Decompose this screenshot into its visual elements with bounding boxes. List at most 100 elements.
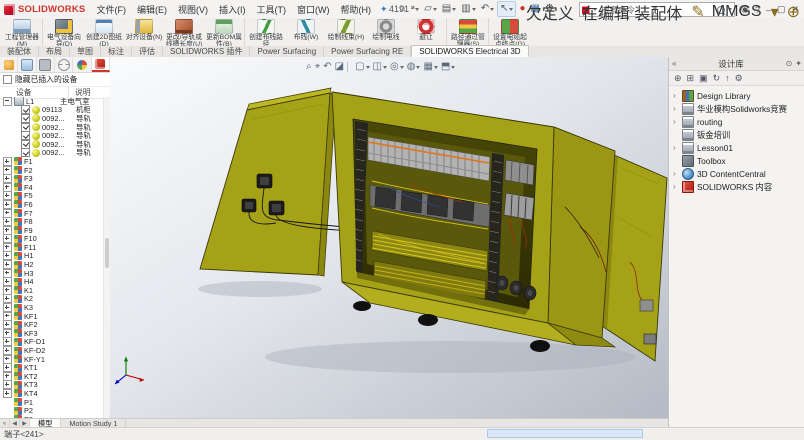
tree-row[interactable]: KT4 [0, 389, 104, 398]
cabinet-foot[interactable] [353, 301, 371, 311]
expand-arrow-icon[interactable]: › [673, 143, 679, 152]
tree-scrollbar[interactable] [103, 97, 110, 418]
menu-item[interactable]: 文件(F) [91, 2, 131, 17]
edit-appearance-icon[interactable]: ◍ [407, 61, 421, 73]
tree-row[interactable]: F2 [0, 166, 104, 175]
expand-arrow-icon[interactable]: › [673, 91, 679, 100]
ribbon-tab[interactable]: 标注 [101, 46, 132, 57]
viewport-canvas[interactable] [110, 57, 668, 418]
door-button[interactable] [269, 201, 284, 215]
library-item[interactable]: › Lesson01 [669, 141, 804, 154]
ribbon-button[interactable]: 路径通过管理器(S) [448, 18, 489, 46]
home-icon[interactable]: ⌂ [398, 2, 408, 16]
menu-item[interactable]: 编辑(E) [132, 2, 172, 17]
menu-item[interactable]: 视图(V) [173, 2, 213, 17]
select-icon[interactable]: ↖ [497, 1, 516, 17]
new-document-icon[interactable]: ▫ [409, 2, 422, 16]
caret-icon[interactable]: ▾ [771, 2, 779, 22]
tree-row[interactable]: KF-D2 [0, 346, 104, 355]
ribbon-button[interactable]: 对齐设备(N) [124, 18, 164, 46]
separator[interactable] [347, 62, 352, 72]
ribbon-button[interactable]: 布线(W) [286, 18, 326, 46]
refresh-icon[interactable]: ↻ [713, 73, 721, 84]
cabinet-foot[interactable] [530, 340, 550, 352]
ribbon-button[interactable]: 更改/导轨或线槽长度(U) [164, 18, 204, 46]
collapse-pane-icon[interactable]: « [672, 59, 676, 68]
ribbon-tab[interactable]: 装配体 [0, 46, 39, 57]
tree-row[interactable]: KT1 [0, 363, 104, 372]
status-input-field[interactable] [487, 429, 643, 438]
ribbon-tab[interactable]: Power Surfacing RE [324, 46, 411, 57]
display-style-icon[interactable]: ◫ [373, 61, 387, 73]
tree-row[interactable]: F1 [0, 157, 104, 166]
toolbox-config-icon[interactable]: ⚙ [735, 73, 743, 84]
expand-icon[interactable] [3, 97, 12, 106]
menu-item[interactable]: 帮助(H) [335, 2, 376, 17]
ribbon-button[interactable]: 工程管理器(M) [2, 18, 43, 46]
cabinet-foot[interactable] [418, 314, 438, 326]
add-file-location-icon[interactable]: ⊞ [687, 73, 695, 84]
ribbon-button[interactable]: 绘制电线 [366, 18, 406, 46]
hide-show-items-icon[interactable]: ◎ [390, 61, 404, 73]
tree-row[interactable]: KF-D1 [0, 338, 104, 347]
ribbon-button[interactable]: 绘制线束(H) [326, 18, 366, 46]
tree-row[interactable]: F4 [0, 183, 104, 192]
save-icon[interactable]: ▤ [440, 2, 458, 16]
library-item[interactable]: › Design Library [669, 89, 804, 102]
tree-row[interactable]: KT2 [0, 372, 104, 381]
library-item[interactable]: › 3D ContentCentral [669, 167, 804, 180]
visibility-checkbox[interactable] [21, 148, 30, 157]
tree-row[interactable]: 0092... 导轨 [0, 149, 104, 158]
view-orientation-icon[interactable]: ▢ [355, 61, 369, 73]
library-item[interactable]: › routing [669, 115, 804, 128]
tree-row[interactable]: H1 [0, 252, 104, 261]
tree-row[interactable]: KF3 [0, 329, 104, 338]
expand-arrow-icon[interactable]: › [673, 104, 679, 113]
expand-arrow-icon[interactable]: › [673, 117, 679, 126]
ribbon-tab[interactable]: Power Surfacing [250, 46, 324, 57]
globe-status-icon[interactable]: ⊕ [787, 2, 800, 22]
tree-row[interactable]: K2 [0, 295, 104, 304]
tree-row[interactable]: F5 [0, 192, 104, 201]
tree-row[interactable]: F3 [0, 174, 104, 183]
menu-item[interactable]: 工具(T) [251, 2, 291, 17]
zoom-fit-icon[interactable]: ⌕ [306, 61, 312, 73]
hide-inserted-devices-checkbox[interactable] [3, 75, 12, 84]
library-item[interactable]: › SOLIDWORKS 内容 [669, 180, 804, 193]
ribbon-button[interactable]: 创建布线路径 [246, 18, 286, 46]
panel-tab[interactable] [73, 57, 91, 72]
previous-view-icon[interactable]: ↶ [323, 61, 331, 73]
tree-row[interactable]: KT3 [0, 381, 104, 390]
ribbon-tab[interactable]: 草图 [70, 46, 101, 57]
tree-row[interactable]: F8 [0, 217, 104, 226]
options-icon[interactable]: ⊙ [786, 59, 793, 68]
ribbon-button[interactable]: 设置电缆起点终点(G) [490, 18, 530, 46]
new-folder-icon[interactable]: ▣ [699, 73, 708, 84]
menu-item[interactable]: 插入(I) [214, 2, 251, 17]
tree-row[interactable]: H4 [0, 277, 104, 286]
tree-row[interactable]: F11 [0, 243, 104, 252]
panel-tab[interactable] [37, 57, 55, 72]
library-item[interactable]: › 钣金培训 [669, 128, 804, 141]
tree-row[interactable]: K1 [0, 286, 104, 295]
pencil-icon[interactable]: ✎ [691, 2, 704, 22]
pin-icon[interactable]: ✦ [795, 59, 802, 68]
tree-row[interactable]: K3 [0, 303, 104, 312]
apply-scene-icon[interactable]: ▦ [423, 61, 437, 73]
expand-icon[interactable] [3, 389, 12, 398]
tree-row[interactable]: F6 [0, 200, 104, 209]
panel-tab[interactable] [0, 57, 18, 72]
panel-tab[interactable] [92, 57, 110, 72]
library-item[interactable]: › 华业模构Solidworks竞赛 [669, 102, 804, 115]
ribbon-tab[interactable]: SOLIDWORKS 插件 [163, 46, 250, 57]
panel-tab[interactable] [55, 57, 73, 72]
zoom-area-icon[interactable]: ⌖ [315, 61, 321, 73]
tree-row[interactable]: F9 [0, 226, 104, 235]
tree-row[interactable]: P2 [0, 406, 104, 415]
ribbon-button[interactable]: 更新BOM属性(B) [204, 18, 245, 46]
panel-tab[interactable] [18, 57, 36, 72]
add-to-library-icon[interactable]: ⊕ [674, 73, 682, 84]
door-component[interactable] [644, 334, 656, 344]
open-icon[interactable]: ▱ [422, 2, 439, 16]
tree-row[interactable]: H3 [0, 269, 104, 278]
